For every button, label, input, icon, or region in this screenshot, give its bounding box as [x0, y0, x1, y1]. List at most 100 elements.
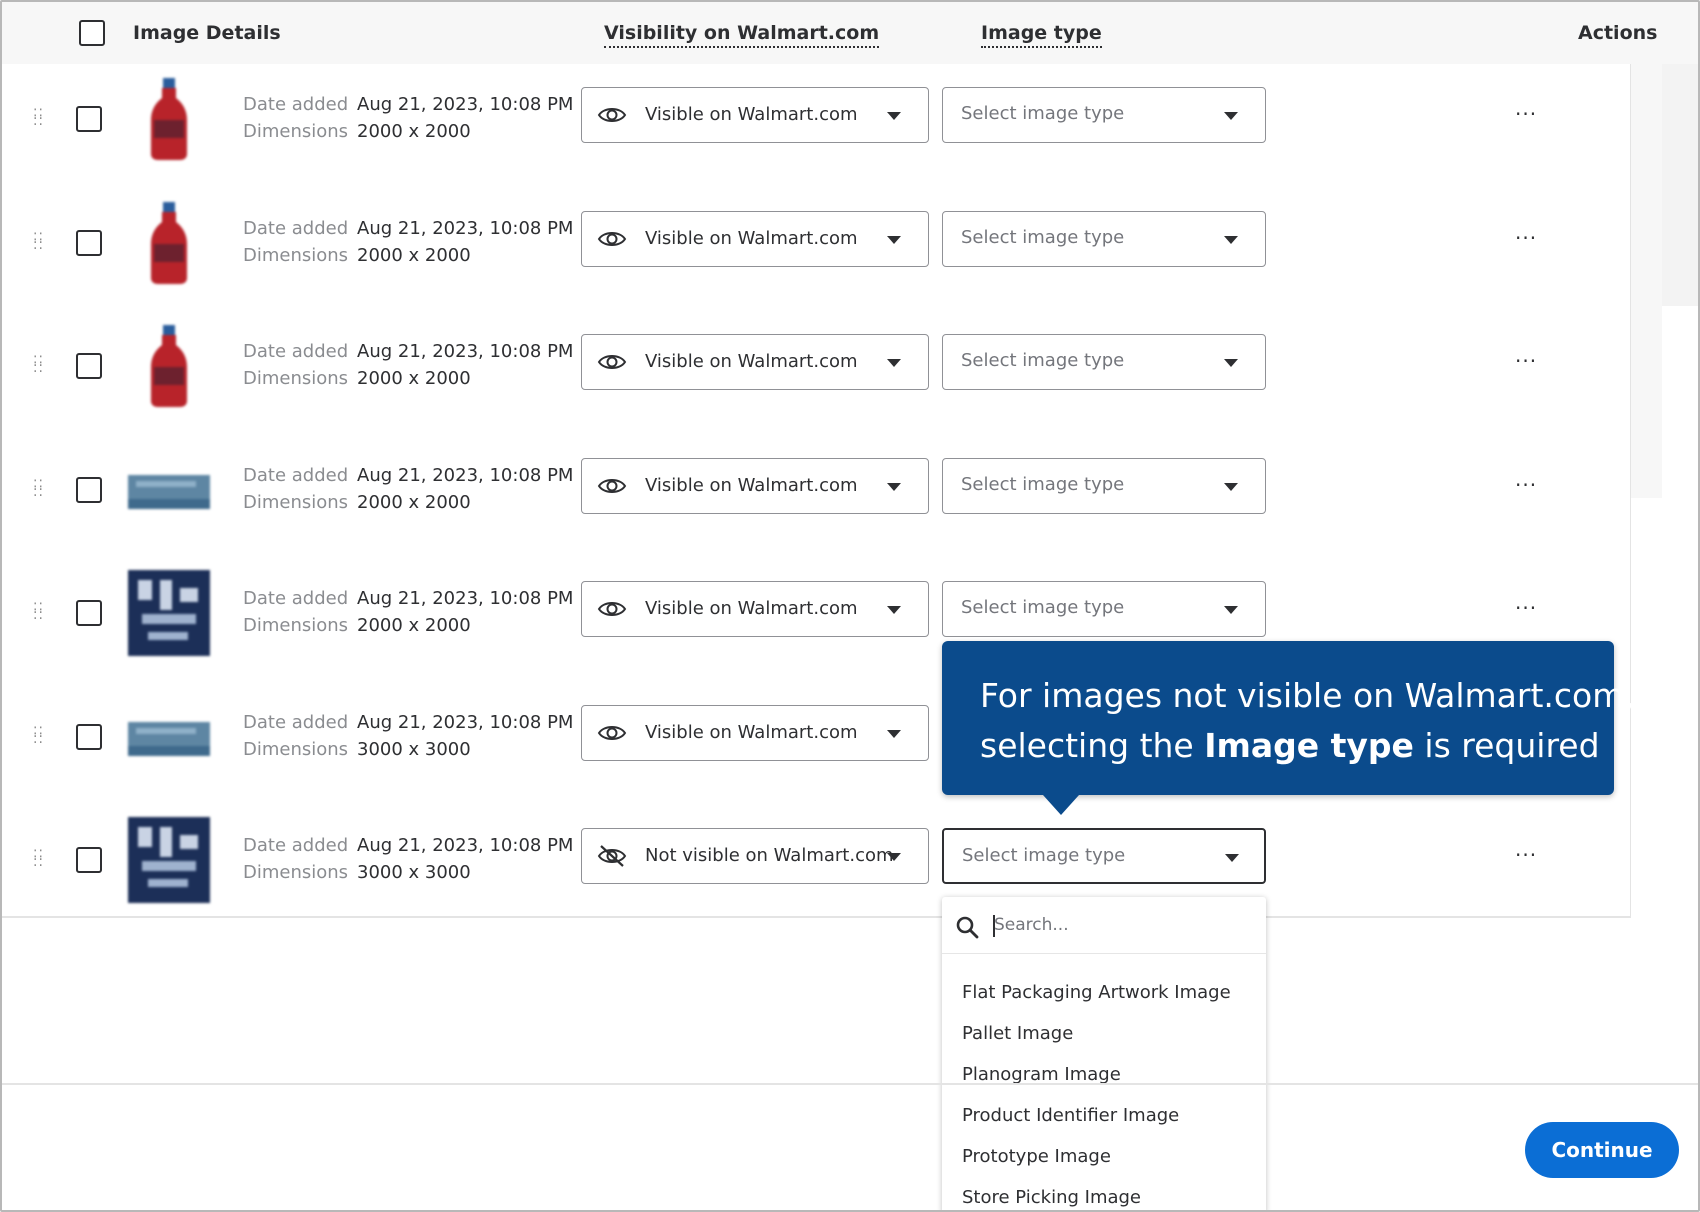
- table-row[interactable]: ⁚⁚ ⁚⁚ Date added Aug 21, 2023, 10:08 PM D…: [2, 313, 1630, 436]
- dimensions-label: Dimensions: [243, 491, 349, 513]
- image-thumbnail[interactable]: [126, 570, 212, 656]
- image-type-select[interactable]: Select image type: [942, 334, 1266, 390]
- eye-icon: [597, 478, 627, 493]
- image-thumbnail[interactable]: [126, 694, 212, 780]
- dropdown-option[interactable]: Planogram Image: [962, 1064, 1121, 1085]
- bottle-image: [151, 78, 187, 160]
- image-type-placeholder: Select image type: [961, 473, 1125, 495]
- row-checkbox[interactable]: [76, 847, 102, 873]
- label-image: [128, 817, 210, 903]
- table-row[interactable]: ⁚⁚ ⁚⁚ Date added Aug 21, 2023, 10:08 PM D…: [2, 190, 1630, 313]
- header-actions: Actions: [1578, 22, 1658, 44]
- visibility-label: Not visible on Walmart.com: [645, 845, 894, 866]
- image-thumbnail[interactable]: [126, 76, 212, 162]
- tooltip-text: For images not visible on Walmart.com, s…: [980, 671, 1635, 771]
- eye-icon: [597, 108, 627, 122]
- image-type-select[interactable]: Select image type: [942, 210, 1266, 267]
- drag-handle-icon[interactable]: ⁚⁚ ⁚⁚: [33, 355, 43, 377]
- row-checkbox[interactable]: [76, 600, 102, 626]
- drag-handle-icon[interactable]: ⁚⁚ ⁚⁚: [33, 479, 43, 501]
- date-added-value: Aug 21, 2023, 10:08 PM: [357, 588, 574, 609]
- visibility-label: Visible on Walmart.com: [645, 227, 858, 249]
- header-image-details: Image Details: [133, 22, 281, 44]
- eye-icon: [597, 725, 627, 740]
- drag-handle-icon[interactable]: ⁚⁚ ⁚⁚: [33, 726, 43, 748]
- footer-divider: [2, 1083, 1698, 1085]
- row-checkbox[interactable]: [76, 229, 102, 256]
- dimensions-label: Dimensions: [243, 368, 349, 389]
- continue-button[interactable]: Continue: [1525, 1122, 1679, 1178]
- tooltip-line2-post: is required: [1413, 726, 1600, 765]
- image-type-select[interactable]: Select image type: [942, 581, 1266, 637]
- more-actions-icon[interactable]: ···: [1515, 349, 1537, 373]
- caret-down-icon: [887, 482, 901, 491]
- row-checkbox[interactable]: [76, 476, 102, 503]
- image-thumbnail[interactable]: [126, 447, 212, 533]
- header-image-type[interactable]: Image type: [981, 22, 1102, 48]
- row-checkbox[interactable]: [76, 353, 102, 379]
- caret-down-icon: [1225, 854, 1239, 862]
- image-thumbnail[interactable]: [126, 200, 212, 286]
- image-type-select[interactable]: Select image type: [942, 87, 1266, 143]
- dropdown-option[interactable]: Store Picking Image: [962, 1187, 1141, 1208]
- date-added-label: Date added: [243, 464, 349, 486]
- more-actions-icon[interactable]: ···: [1515, 226, 1537, 250]
- tooltip-line2-bold: Image type: [1204, 726, 1414, 765]
- image-manager: Image Details Visibility on Walmart.com …: [0, 0, 1700, 1212]
- more-actions-icon[interactable]: ···: [1515, 596, 1537, 620]
- drag-handle-icon[interactable]: ⁚⁚ ⁚⁚: [33, 232, 43, 254]
- dropdown-option[interactable]: Prototype Image: [962, 1146, 1111, 1167]
- row-checkbox[interactable]: [76, 106, 102, 132]
- image-type-select[interactable]: Select image type: [942, 457, 1266, 514]
- dropdown-search: [942, 897, 1266, 954]
- dimensions-value: 3000 x 3000: [357, 738, 471, 760]
- visibility-label: Visible on Walmart.com: [645, 474, 858, 496]
- dropdown-search-input[interactable]: [994, 911, 1244, 939]
- table-row[interactable]: ⁚⁚ ⁚⁚ Date added Aug 21, 2023, 10:08 PM D…: [2, 66, 1630, 189]
- scrollbar-track[interactable]: [1662, 64, 1698, 306]
- dimensions-label: Dimensions: [243, 615, 349, 636]
- date-added-value: Aug 21, 2023, 10:08 PM: [357, 835, 574, 856]
- visibility-select[interactable]: Not visible on Walmart.com: [581, 828, 929, 884]
- tooltip-arrow: [1043, 795, 1079, 815]
- dimensions-label: Dimensions: [243, 738, 349, 760]
- select-all-checkbox[interactable]: [79, 20, 105, 46]
- image-type-select[interactable]: Select image type: [942, 828, 1266, 884]
- dimensions-value: 2000 x 2000: [357, 615, 471, 636]
- more-actions-icon[interactable]: ···: [1515, 843, 1537, 867]
- date-added-label: Date added: [243, 217, 349, 239]
- dropdown-option[interactable]: Pallet Image: [962, 1023, 1073, 1044]
- visibility-select[interactable]: Visible on Walmart.com: [581, 210, 929, 267]
- header-visibility[interactable]: Visibility on Walmart.com: [604, 22, 880, 48]
- drag-handle-icon[interactable]: ⁚⁚ ⁚⁚: [33, 849, 43, 871]
- dropdown-option[interactable]: Product Identifier Image: [962, 1105, 1179, 1126]
- dimensions-value: 2000 x 2000: [357, 244, 471, 266]
- date-added-label: Date added: [243, 94, 349, 115]
- dropdown-option[interactable]: Flat Packaging Artwork Image: [962, 982, 1231, 1003]
- table-row[interactable]: ⁚⁚ ⁚⁚ Date added Aug 21, 2023, 10:08 PM D…: [2, 807, 1630, 930]
- tooltip-line2-pre: selecting the: [980, 726, 1205, 765]
- caret-down-icon: [887, 235, 901, 244]
- more-actions-icon[interactable]: ···: [1515, 102, 1537, 126]
- drag-handle-icon[interactable]: ⁚⁚ ⁚⁚: [33, 602, 43, 624]
- image-type-dropdown: Flat Packaging Artwork Image Pallet Image…: [942, 897, 1266, 1210]
- visibility-select[interactable]: Visible on Walmart.com: [581, 457, 929, 514]
- table-row[interactable]: ⁚⁚ ⁚⁚ Date added Aug 21, 2023, 10:08 PM D…: [2, 437, 1630, 560]
- visibility-label: Visible on Walmart.com: [645, 104, 858, 125]
- eye-icon: [597, 602, 627, 616]
- visibility-select[interactable]: Visible on Walmart.com: [581, 704, 929, 761]
- row-checkbox[interactable]: [76, 723, 102, 750]
- more-actions-icon[interactable]: ···: [1515, 473, 1537, 497]
- visibility-label: Visible on Walmart.com: [645, 351, 858, 372]
- visibility-select[interactable]: Visible on Walmart.com: [581, 334, 929, 390]
- image-thumbnail[interactable]: [126, 817, 212, 903]
- visibility-select[interactable]: Visible on Walmart.com: [581, 581, 929, 637]
- eye-icon: [597, 231, 627, 246]
- caret-down-icon: [887, 606, 901, 614]
- image-thumbnail[interactable]: [126, 323, 212, 409]
- drag-handle-icon[interactable]: ⁚⁚ ⁚⁚: [33, 108, 43, 130]
- visibility-label: Visible on Walmart.com: [645, 721, 858, 743]
- date-added-value: Aug 21, 2023, 10:08 PM: [357, 94, 574, 115]
- eye-off-icon: [597, 845, 627, 867]
- visibility-select[interactable]: Visible on Walmart.com: [581, 87, 929, 143]
